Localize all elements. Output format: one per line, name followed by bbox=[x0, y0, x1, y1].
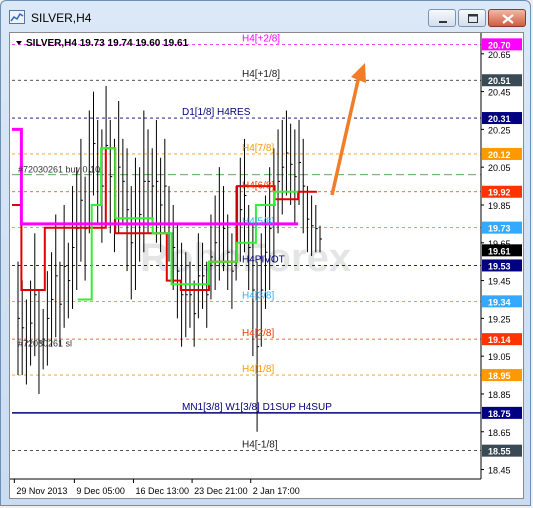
chart-header: SILVER,H4 19.73 19.74 19.60 19.61 bbox=[26, 38, 189, 49]
price-tick-label: 18.65 bbox=[488, 428, 511, 438]
close-icon bbox=[502, 14, 514, 24]
level-price-tag-label: 18.75 bbox=[488, 409, 511, 419]
time-tick-label: 29 Nov 2013 bbox=[16, 486, 67, 496]
price-chart[interactable]: RoboForex H4[+2/8]H4[+1/8]D1[1/8] H4RESH… bbox=[10, 33, 523, 498]
level-price-tag-label: 19.73 bbox=[488, 224, 511, 234]
price-tick-label: 19.25 bbox=[488, 314, 511, 324]
level-label: H4[-1/8] bbox=[242, 440, 278, 451]
restore-icon bbox=[468, 14, 478, 23]
level-price-tag-label: 19.92 bbox=[488, 188, 511, 198]
close-button[interactable] bbox=[488, 9, 526, 27]
level-label: MN1[3/8] W1[3/8] D1SUP H4SUP bbox=[182, 402, 332, 413]
level-price-tag-label: 18.55 bbox=[488, 447, 511, 457]
dropdown-triangle-icon[interactable] bbox=[16, 41, 22, 45]
window-title: SILVER,H4 bbox=[31, 11, 92, 25]
level-label: H4[+2/8] bbox=[242, 33, 280, 44]
price-tick-label: 18.45 bbox=[488, 466, 511, 476]
level-price-tag-label: 20.31 bbox=[488, 114, 511, 124]
time-axis: 29 Nov 2013 9 Dec 05:00 16 Dec 13:00 23 Dec… bbox=[13, 479, 300, 496]
trade-annotation: #72030261 buy 0.10 bbox=[18, 165, 100, 175]
price-tick-label: 19.05 bbox=[488, 352, 511, 362]
trade-annotation: #72030261 sl bbox=[18, 339, 72, 349]
level-label: H4[1/8] bbox=[242, 364, 274, 375]
level-price-tag-label: 18.95 bbox=[488, 371, 511, 381]
level-price-tag-label: 19.34 bbox=[488, 297, 511, 307]
level-label: H4[7/8] bbox=[242, 143, 274, 154]
minimize-button[interactable] bbox=[428, 9, 456, 27]
level-price-tag-label: 20.12 bbox=[488, 150, 511, 160]
level-label: H4PIVOT bbox=[242, 254, 285, 265]
price-tick-label: 18.85 bbox=[488, 390, 511, 400]
level-label: H4[6/8] bbox=[242, 181, 274, 192]
level-label: H4[5/8] bbox=[242, 217, 274, 228]
forecast-arrow-icon bbox=[330, 75, 361, 196]
forecast-arrowhead bbox=[351, 63, 366, 83]
chart-window: SILVER,H4 RoboForex H4[+2/8] H4[+1/8] D1[1… bbox=[0, 0, 531, 506]
minimize-icon bbox=[439, 21, 447, 23]
title-bar[interactable]: SILVER,H4 bbox=[1, 1, 530, 35]
level-price-tag-label: 19.53 bbox=[488, 261, 511, 271]
price-tick-label: 20.65 bbox=[488, 50, 511, 60]
level-label: D1[1/8] H4RES bbox=[182, 107, 251, 118]
header-group: SILVER,H4 19.73 19.74 19.60 19.61 bbox=[16, 38, 189, 49]
chart-area[interactable]: RoboForex H4[+2/8] H4[+1/8] D1[1/8] H4RES H… bbox=[9, 32, 524, 499]
price-tick-label: 19.45 bbox=[488, 277, 511, 287]
level-label: H4[2/8] bbox=[242, 328, 274, 339]
maximize-button[interactable] bbox=[458, 9, 486, 27]
price-tick-label: 20.45 bbox=[488, 88, 511, 98]
time-tick-label: 9 Dec 05:00 bbox=[76, 486, 125, 496]
current-price-tag-label: 19.61 bbox=[488, 246, 511, 256]
time-tick-label: 23 Dec 21:00 bbox=[194, 486, 248, 496]
price-tick-label: 19.85 bbox=[488, 201, 511, 211]
price-tick-label: 20.05 bbox=[488, 163, 511, 173]
price-tick-label: 20.25 bbox=[488, 125, 511, 135]
level-price-tag-label: 20.51 bbox=[488, 76, 511, 86]
level-price-tag-label: 20.70 bbox=[488, 40, 511, 50]
time-tick-label: 2 Jan 17:00 bbox=[253, 486, 300, 496]
level-label: H4[+1/8] bbox=[242, 69, 280, 80]
level-label: H4[3/8] bbox=[242, 290, 274, 301]
level-price-tag-label: 19.14 bbox=[488, 335, 511, 345]
time-tick-label: 16 Dec 13:00 bbox=[135, 486, 189, 496]
chart-app-icon bbox=[9, 10, 25, 24]
